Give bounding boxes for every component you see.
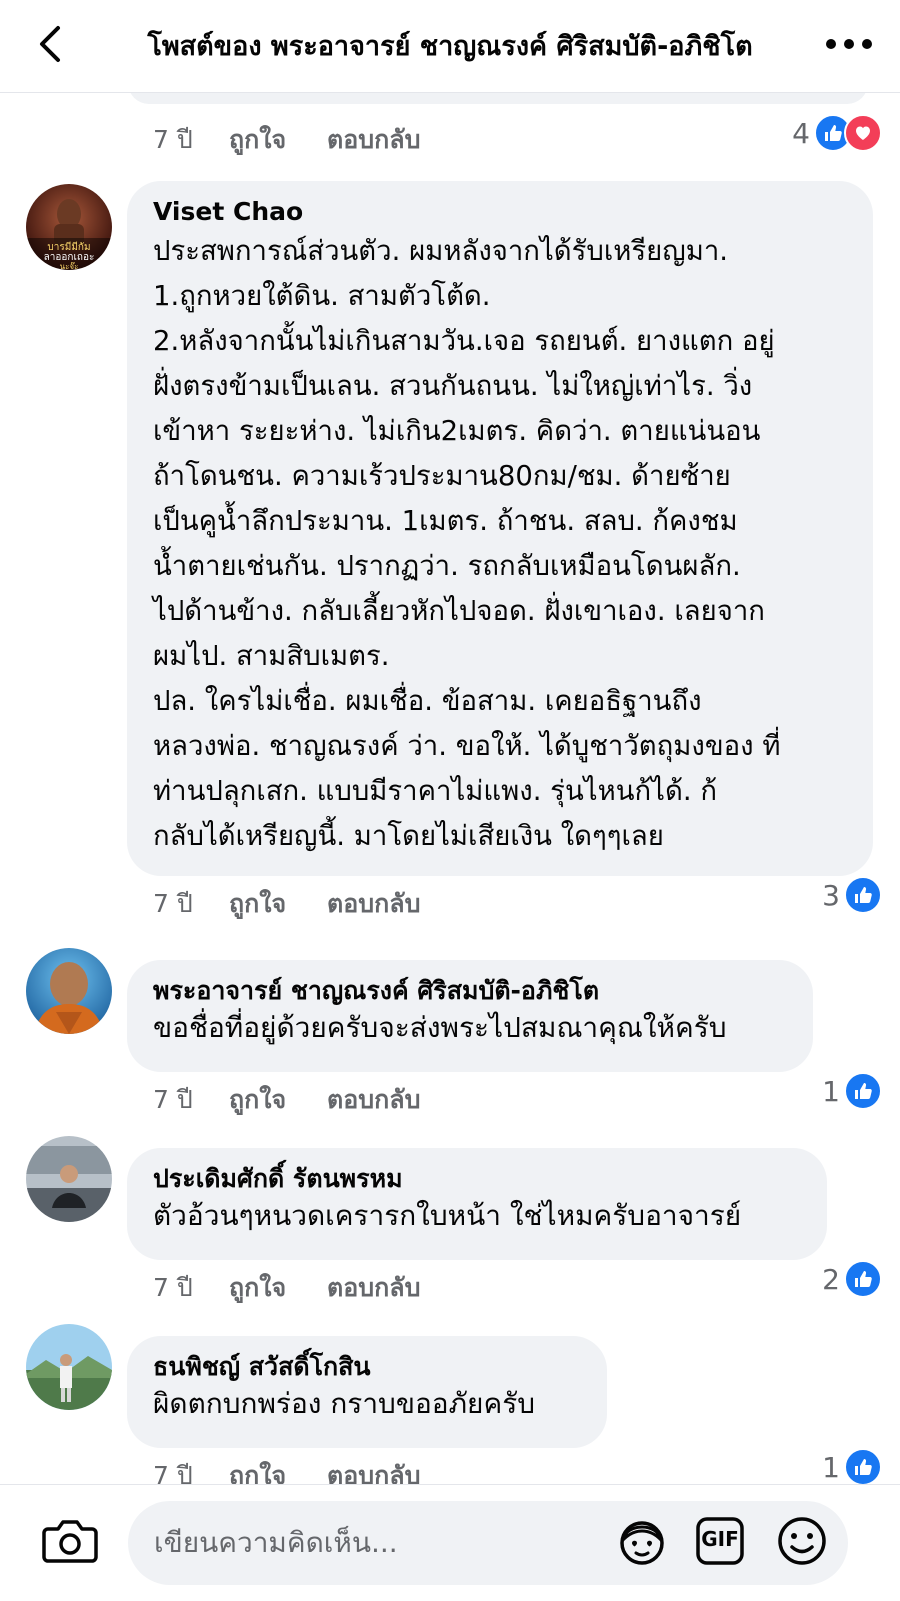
comment-composer: เขียนความคิดเห็น... GIF <box>0 1484 900 1601</box>
comment-time: 7 ปี <box>153 125 193 154</box>
reaction-summary[interactable]: 2 <box>822 1260 882 1298</box>
comment-time: 7 ปี <box>153 1461 193 1484</box>
comment-bubble: ธนพิชญ์ สวัสดิ์โกสิน ผิดตกบกพร่อง กราบขอ… <box>127 1336 607 1448</box>
comment-bubble: Viset Chao ประสพการณ์ส่วนตัว. ผมหลังจากไ… <box>127 181 873 876</box>
avatar[interactable] <box>26 1324 112 1410</box>
avatar[interactable]: บารมีมีกัม ลาออกเถอะ นะจ๊ะ <box>26 184 112 270</box>
reply-button[interactable]: ตอบกลับ <box>327 120 420 160</box>
like-button[interactable]: ถูกใจ <box>229 1080 327 1120</box>
avatar[interactable] <box>26 1136 112 1222</box>
comment-meta: 7 ปี ถูกใจ ตอบกลับ <box>153 1268 420 1308</box>
reaction-count: 1 <box>822 1074 840 1108</box>
comment-author[interactable]: ธนพิชญ์ สวัสดิ์โกสิน <box>153 1350 583 1384</box>
comment-text: ผิดตกบกพร่อง กราบขออภัยครับ <box>153 1387 536 1420</box>
comment-time: 7 ปี <box>153 1085 193 1114</box>
reaction-summary[interactable]: 3 <box>822 876 882 914</box>
reaction-summary[interactable]: 4 <box>792 114 882 152</box>
reaction-count: 1 <box>822 1450 840 1484</box>
comment-bubble: ประเดิมศักดิ์ รัตนพรหม ตัวอ้วนๆหนวดเคราร… <box>127 1148 827 1260</box>
reply-button[interactable]: ตอบกลับ <box>327 1456 420 1484</box>
gif-label: GIF <box>701 1527 739 1551</box>
like-button[interactable]: ถูกใจ <box>229 120 327 160</box>
page-title: โพสต์ของ พระอาจารย์ ชาญณรงค์ ศิริสมบัติ-… <box>147 31 753 62</box>
like-icon <box>844 1260 882 1298</box>
reaction-summary[interactable]: 1 <box>822 1072 882 1110</box>
avatar-sticker-icon[interactable] <box>614 1513 670 1569</box>
comment-meta: 7 ปี ถูกใจ ตอบกลับ <box>153 1080 420 1120</box>
comment-bubble: พระอาจารย์ ชาญณรงค์ ศิริสมบัติ-อภิชิโต ข… <box>127 960 813 1072</box>
like-icon <box>844 1072 882 1110</box>
comment-author[interactable]: Viset Chao <box>153 195 849 229</box>
comment-text: ขอชื่อที่อยู่ด้วยครับจะส่งพระไปสมณาคุณให… <box>153 1011 727 1044</box>
like-button[interactable]: ถูกใจ <box>229 884 327 924</box>
reaction-count: 3 <box>822 878 840 912</box>
like-button[interactable]: ถูกใจ <box>229 1456 327 1484</box>
gif-button[interactable]: GIF <box>692 1513 748 1569</box>
comment-meta: 7 ปี ถูกใจ ตอบกลับ <box>153 120 420 160</box>
svg-text:นะจ๊ะ: นะจ๊ะ <box>60 261 79 270</box>
comment-text: ตัวอ้วนๆหนวดเคราร​กใบหน้า ใช่ไหมครับอาจา… <box>153 1199 742 1232</box>
comment-text: ประสพการณ์ส่วนตัว. ผมหลังจากได้รับเหรียญ… <box>153 235 781 852</box>
like-button[interactable]: ถูกใจ <box>229 1268 327 1308</box>
camera-icon[interactable] <box>42 1515 98 1565</box>
comment-input-placeholder: เขียนความคิดเห็น... <box>154 1526 398 1559</box>
reply-button[interactable]: ตอบกลับ <box>327 884 420 924</box>
emoji-icon[interactable] <box>774 1513 830 1569</box>
top-bar: โพสต์ของ พระอาจารย์ ชาญณรงค์ ศิริสมบัติ-… <box>0 0 900 93</box>
comment-meta: 7 ปี ถูกใจ ตอบกลับ <box>153 1456 420 1484</box>
reply-button[interactable]: ตอบกลับ <box>327 1268 420 1308</box>
reaction-count: 4 <box>792 116 810 150</box>
comment-time: 7 ปี <box>153 889 193 918</box>
reaction-count: 2 <box>822 1262 840 1296</box>
love-icon <box>844 114 882 152</box>
reply-button[interactable]: ตอบกลับ <box>327 1080 420 1120</box>
avatar[interactable] <box>26 948 112 1034</box>
comments-list[interactable]: 7 ปี ถูกใจ ตอบกลับ 4 บารมีมีกัม ลาออกเถอ… <box>0 92 900 1484</box>
like-icon <box>844 1448 882 1484</box>
comment-author[interactable]: พระอาจารย์ ชาญณรงค์ ศิริสมบัติ-อภิชิโต <box>153 974 789 1008</box>
comment-time: 7 ปี <box>153 1273 193 1302</box>
comment-bubble <box>128 92 868 104</box>
chevron-left-icon[interactable] <box>30 22 74 66</box>
more-dots-icon[interactable] <box>820 26 878 62</box>
like-icon <box>844 876 882 914</box>
reaction-summary[interactable]: 1 <box>822 1448 882 1484</box>
comment-meta: 7 ปี ถูกใจ ตอบกลับ <box>153 884 420 924</box>
comment-author[interactable]: ประเดิมศักดิ์ รัตนพรหม <box>153 1162 803 1196</box>
